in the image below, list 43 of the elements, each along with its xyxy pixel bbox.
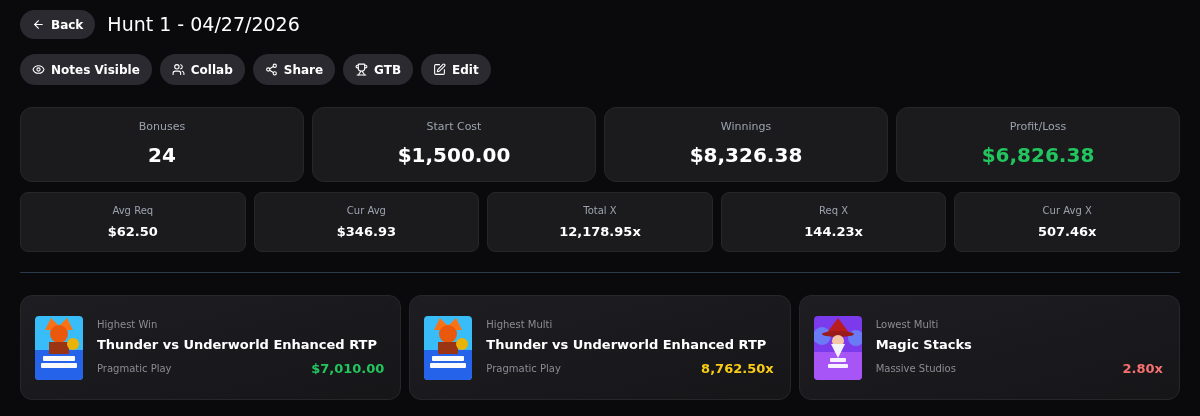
stat-value: $62.50 <box>107 222 158 241</box>
stat-value: 24 <box>148 141 176 169</box>
stat-label: Avg Req <box>112 203 154 218</box>
highlight-value: $7,010.00 <box>311 360 385 378</box>
highlight-caption: Highest Multi <box>486 317 554 332</box>
action-button[interactable]: Notes Visible <box>20 54 152 85</box>
share-icon <box>264 63 278 76</box>
action-button[interactable]: Share <box>252 54 336 85</box>
page-title: Hunt 1 - 04/27/2026 <box>107 12 300 38</box>
stat-label: Req X <box>819 203 849 218</box>
stat-value: $346.93 <box>336 222 396 241</box>
highlight-caption: Highest Win <box>97 317 159 332</box>
stat-label: Cur Avg X <box>1042 203 1092 218</box>
stat-label: Total X <box>583 203 617 218</box>
users-icon <box>171 63 185 76</box>
stat-label: Winnings <box>720 119 772 136</box>
game-title: Magic Stacks <box>875 335 973 354</box>
highlight-caption: Lowest Multi <box>875 317 940 332</box>
provider-name: Pragmatic Play <box>486 362 561 377</box>
highlight-value: 8,762.50x <box>701 360 774 378</box>
stat-value: $8,326.38 <box>689 141 803 169</box>
action-button[interactable]: Collab <box>159 54 245 85</box>
provider-name: Massive Studios <box>875 362 956 377</box>
trophy-icon <box>355 63 369 76</box>
stat-value: 12,178.95x <box>559 222 641 241</box>
stat-label: Profit/Loss <box>1009 119 1067 136</box>
stat-value: $1,500.00 <box>397 141 511 169</box>
highlight-value: 2.80x <box>1122 360 1163 378</box>
arrow-left-icon <box>32 18 45 31</box>
edit-icon <box>433 63 447 76</box>
stat-label: Start Cost <box>426 119 482 136</box>
stat-value: 144.23x <box>804 222 863 241</box>
stat-label: Bonuses <box>138 119 186 136</box>
stat-value: 507.46x <box>1037 222 1097 241</box>
stat-value: $6,826.38 <box>981 141 1095 169</box>
game-title: Thunder vs Underworld Enhanced RTP <box>97 335 378 354</box>
action-button[interactable]: GTB <box>343 54 414 85</box>
provider-name: Pragmatic Play <box>97 362 172 377</box>
back-button[interactable]: Back <box>20 10 96 39</box>
action-button[interactable]: Edit <box>421 54 491 85</box>
eye-icon <box>32 63 45 76</box>
game-title: Thunder vs Underworld Enhanced RTP <box>486 335 768 354</box>
stat-label: Cur Avg <box>346 203 386 218</box>
